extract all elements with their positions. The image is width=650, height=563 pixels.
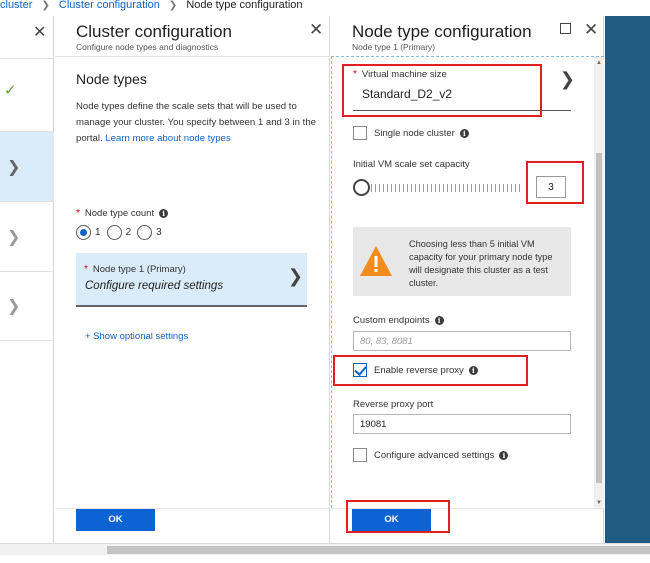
required-asterisk: *	[353, 69, 357, 80]
scrollbar-thumb[interactable]	[107, 546, 650, 554]
custom-endpoints-label: Custom endpoints i	[353, 315, 444, 326]
checkbox-unchecked-icon	[353, 126, 367, 140]
reverse-proxy-port-input[interactable]	[353, 414, 571, 434]
node-type-count-radio-group: 1 2 3	[76, 225, 168, 240]
collapsed-step-cluster-configuration[interactable]: ❯	[0, 131, 54, 201]
node-blade-footer: OK	[331, 508, 604, 543]
required-asterisk: *	[76, 208, 80, 219]
checkbox-checked-icon	[353, 363, 367, 377]
breadcrumb: cluster ❯ Cluster configuration ❯ Node t…	[0, 0, 650, 13]
radio-unselected-icon	[106, 225, 122, 240]
slider-thumb[interactable]	[353, 179, 370, 196]
show-optional-settings-link[interactable]: + Show optional settings	[85, 331, 188, 342]
info-icon[interactable]: i	[459, 128, 469, 138]
scrollbar-thumb[interactable]	[596, 153, 602, 483]
radio-count-1[interactable]: 1	[76, 225, 101, 240]
vm-size-value: Standard_D2_v2	[362, 87, 453, 101]
node-type-card-title: * Node type 1 (Primary)	[84, 264, 186, 275]
capacity-input[interactable]	[536, 176, 566, 198]
slider-track	[363, 184, 521, 192]
learn-more-link[interactable]: Learn more about node types	[105, 133, 230, 144]
chevron-right-icon: ❯	[7, 158, 21, 176]
capacity-slider[interactable]	[353, 179, 523, 196]
custom-endpoints-input[interactable]	[353, 331, 571, 351]
radio-selected-icon	[76, 225, 91, 240]
blade-title: Node type configuration	[352, 22, 532, 41]
cluster-blade-footer: OK	[55, 508, 330, 543]
close-icon[interactable]: ✕	[584, 20, 598, 40]
collapsed-blade: ✕ ✓ ❯ ❯ ❯	[0, 16, 54, 543]
checkbox-unchecked-icon	[353, 448, 367, 462]
enable-reverse-proxy-label: Enable reverse proxy	[374, 364, 464, 376]
collapsed-step-basics[interactable]: ✓	[0, 58, 54, 131]
cluster-configuration-blade: Cluster configuration Configure node typ…	[55, 16, 330, 543]
capacity-label: Initial VM scale set capacity	[353, 159, 470, 170]
single-node-cluster-checkbox[interactable]: Single node cluster i	[353, 126, 469, 140]
breadcrumb-separator-icon: ❯	[41, 0, 50, 11]
node-type-form: * Virtual machine size Standard_D2_v2 ❯ S…	[331, 56, 604, 508]
section-heading: Node types	[76, 71, 147, 87]
configure-advanced-settings-checkbox[interactable]: Configure advanced settings i	[353, 448, 509, 462]
blade-subtitle: Node type 1 (Primary)	[352, 42, 436, 52]
checkmark-icon: ✓	[4, 82, 17, 99]
close-icon[interactable]: ✕	[33, 22, 46, 42]
node-type-1-card[interactable]: * Node type 1 (Primary) Configure requir…	[76, 253, 307, 307]
configure-advanced-settings-label: Configure advanced settings	[374, 449, 495, 461]
maximize-icon[interactable]	[560, 23, 571, 34]
vm-size-label: * Virtual machine size	[353, 69, 447, 80]
ok-button[interactable]: OK	[352, 509, 431, 531]
close-icon[interactable]: ✕	[309, 20, 323, 40]
vertical-scrollbar[interactable]: ▲ ▼	[594, 57, 604, 508]
warning-icon	[360, 246, 392, 276]
blade-subtitle: Configure node types and diagnostics	[76, 42, 219, 52]
breadcrumb-node-type-configuration: Node type configuration	[186, 0, 303, 11]
warning-text: Choosing less than 5 initial VM capacity…	[409, 239, 553, 288]
chevron-right-icon: ❯	[7, 228, 21, 246]
reverse-proxy-port-label: Reverse proxy port	[353, 399, 434, 410]
radio-count-3[interactable]: 3	[137, 225, 162, 240]
info-icon[interactable]: i	[499, 450, 509, 460]
chevron-right-icon: ❯	[559, 69, 575, 89]
info-icon[interactable]: i	[159, 209, 169, 218]
collapsed-step-security[interactable]: ❯	[0, 201, 54, 271]
chevron-right-icon: ❯	[7, 298, 21, 315]
test-cluster-warning: Choosing less than 5 initial VM capacity…	[353, 227, 571, 296]
scroll-up-icon[interactable]: ▲	[596, 60, 602, 66]
cluster-configuration-body: Node types Node types define the scale s…	[55, 56, 330, 508]
blade-title: Cluster configuration	[76, 22, 232, 41]
breadcrumb-cluster[interactable]: cluster	[0, 0, 32, 11]
single-node-cluster-label: Single node cluster	[374, 127, 455, 139]
info-icon[interactable]: i	[434, 316, 444, 325]
node-type-count-text: Node type count	[84, 208, 155, 219]
scroll-down-icon[interactable]: ▼	[596, 500, 602, 506]
radio-count-2[interactable]: 2	[106, 225, 131, 240]
horizontal-scrollbar[interactable]	[0, 543, 650, 555]
node-types-description: Node types define the scale sets that wi…	[76, 99, 316, 147]
breadcrumb-cluster-configuration[interactable]: Cluster configuration	[59, 0, 160, 11]
info-icon[interactable]: i	[468, 365, 478, 375]
node-type-card-subtitle: Configure required settings	[85, 280, 224, 292]
radio-unselected-icon	[137, 225, 153, 240]
node-type-count-label: * Node type count i	[76, 208, 169, 219]
portal-background-strip	[605, 16, 650, 543]
virtual-machine-size-selector[interactable]: * Virtual machine size Standard_D2_v2 ❯	[353, 67, 575, 111]
collapsed-step-summary[interactable]: ❯	[0, 271, 54, 341]
node-type-configuration-blade: Node type configuration Node type 1 (Pri…	[331, 16, 604, 543]
required-asterisk: *	[84, 264, 88, 275]
enable-reverse-proxy-checkbox[interactable]: Enable reverse proxy i	[353, 363, 478, 377]
ok-button[interactable]: OK	[76, 509, 155, 531]
breadcrumb-separator-icon: ❯	[168, 0, 178, 11]
chevron-right-icon: ❯	[287, 266, 303, 286]
